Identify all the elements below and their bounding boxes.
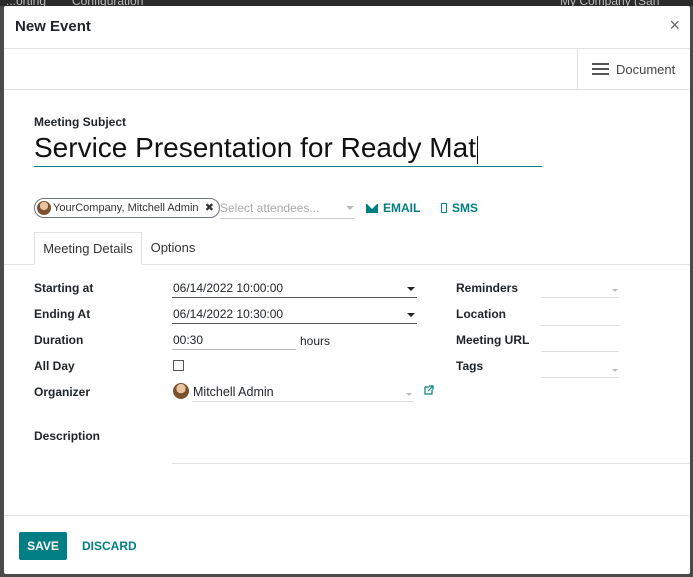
chevron-down-icon xyxy=(406,393,412,396)
ending-at-value: 06/14/2022 10:30:00 xyxy=(173,307,284,321)
document-button-label: Document xyxy=(616,62,676,77)
dialog-title: New Event xyxy=(15,18,91,35)
description-label: Description xyxy=(34,429,101,443)
dialog-statusbar: Document xyxy=(4,49,690,90)
organizer-label: Organizer xyxy=(34,385,91,399)
avatar xyxy=(37,201,51,215)
mobile-phone-icon xyxy=(441,203,447,213)
chevron-down-icon xyxy=(612,369,618,372)
meeting-subject-input[interactable]: Service Presentation for Ready Mat xyxy=(34,132,542,167)
tags-label: Tags xyxy=(456,359,484,373)
meeting-subject-label: Meeting Subject xyxy=(34,115,127,129)
location-label: Location xyxy=(456,307,506,321)
attendees-placeholder: Select attendees... xyxy=(220,201,320,215)
duration-input[interactable]: 00:30 xyxy=(172,331,296,350)
document-button[interactable]: Document xyxy=(577,49,690,89)
chevron-down-icon xyxy=(346,206,354,210)
ending-at-input[interactable]: 06/14/2022 10:30:00 xyxy=(172,305,417,324)
all-day-label: All Day xyxy=(34,359,75,373)
reminders-label: Reminders xyxy=(456,281,519,295)
meeting-url-label: Meeting URL xyxy=(456,333,530,347)
hamburger-icon xyxy=(592,63,609,75)
new-event-dialog: New Event × Document Meeting Subject Ser… xyxy=(4,6,690,574)
attendee-chip-label: YourCompany, Mitchell Admin xyxy=(53,202,199,214)
dialog-header: New Event × xyxy=(4,6,690,49)
duration-value: 00:30 xyxy=(173,333,204,347)
organizer-input[interactable]: Mitchell Admin xyxy=(192,383,414,402)
description-input[interactable] xyxy=(172,463,690,464)
attendee-chip[interactable]: YourCompany, Mitchell Admin ✖ xyxy=(34,198,220,218)
form-tabs: Meeting Details Options xyxy=(4,232,690,265)
duration-unit: hours xyxy=(300,334,331,348)
location-input[interactable] xyxy=(541,307,619,326)
starting-at-input[interactable]: 06/14/2022 10:00:00 xyxy=(172,279,417,298)
meeting-subject-value: Service Presentation for Ready Mat xyxy=(34,132,476,163)
avatar xyxy=(173,383,189,399)
all-day-checkbox[interactable] xyxy=(173,360,184,371)
save-button[interactable]: SAVE xyxy=(19,532,67,560)
envelope-icon xyxy=(366,203,378,213)
starting-at-value: 06/14/2022 10:00:00 xyxy=(173,281,284,295)
email-button[interactable]: EMAIL xyxy=(366,201,420,215)
text-caret xyxy=(476,135,478,164)
reminders-input[interactable] xyxy=(541,279,619,298)
sms-button[interactable]: SMS xyxy=(441,201,478,215)
discard-button[interactable]: DISCARD xyxy=(82,532,137,560)
organizer-value: Mitchell Admin xyxy=(193,385,274,399)
close-icon[interactable]: × xyxy=(669,15,680,36)
email-button-label: EMAIL xyxy=(383,201,421,215)
dialog-footer: SAVE DISCARD xyxy=(4,515,690,574)
duration-label: Duration xyxy=(34,333,84,347)
external-link-icon[interactable] xyxy=(424,385,434,395)
tab-meeting-details[interactable]: Meeting Details xyxy=(34,232,142,265)
chevron-down-icon xyxy=(407,287,415,291)
starting-at-label: Starting at xyxy=(34,281,94,295)
chevron-down-icon xyxy=(612,289,618,292)
sms-button-label: SMS xyxy=(452,201,479,215)
attendees-select-input[interactable]: Select attendees... xyxy=(220,198,354,219)
tab-options[interactable]: Options xyxy=(141,232,205,263)
remove-attendee-icon[interactable]: ✖ xyxy=(205,199,214,217)
meeting-url-input[interactable] xyxy=(541,333,619,352)
tags-input[interactable] xyxy=(541,359,619,378)
ending-at-label: Ending At xyxy=(34,307,91,321)
chevron-down-icon xyxy=(407,313,415,317)
